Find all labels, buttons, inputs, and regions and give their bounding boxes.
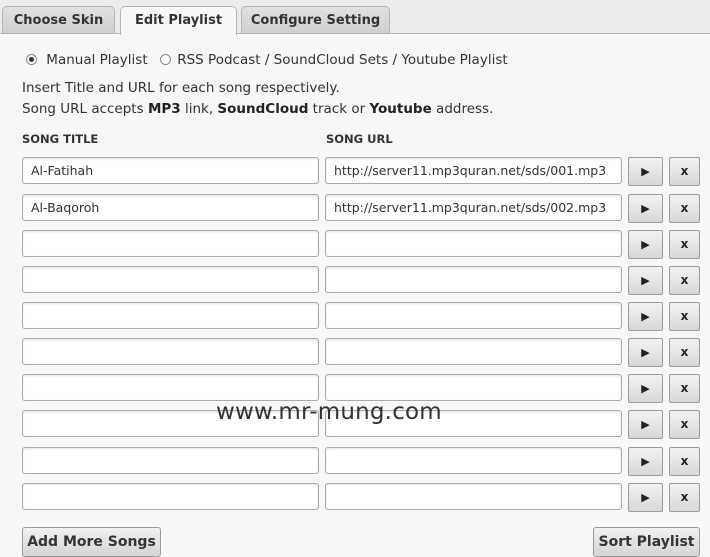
song-title-input[interactable]: Al-Baqoroh <box>22 194 319 221</box>
song-row: ▶ x <box>0 302 710 331</box>
tab-edit-playlist[interactable]: Edit Playlist <box>120 6 237 35</box>
song-url-input[interactable] <box>325 447 622 474</box>
rss-playlist-label[interactable]: RSS Podcast / SoundCloud Sets / Youtube … <box>177 52 507 68</box>
song-title-header: SONG TITLE <box>22 132 99 146</box>
song-title-input[interactable] <box>22 483 319 510</box>
delete-song-button[interactable]: x <box>669 157 700 186</box>
manual-playlist-radio[interactable] <box>26 54 37 65</box>
play-song-button[interactable]: ▶ <box>628 230 663 259</box>
song-row: Al-Fatihah http://server11.mp3quran.net/s… <box>0 157 710 186</box>
song-url-input[interactable] <box>325 374 622 401</box>
delete-song-button[interactable]: x <box>669 483 700 512</box>
help-text-youtube: Youtube <box>369 101 432 117</box>
tab-choose-skin[interactable]: Choose Skin <box>2 6 115 33</box>
song-row: Al-Baqoroh http://server11.mp3quran.net/s… <box>0 194 710 223</box>
song-title-input[interactable] <box>22 230 319 257</box>
song-title-input[interactable] <box>22 338 319 365</box>
play-song-button[interactable]: ▶ <box>628 302 663 331</box>
delete-song-button[interactable]: x <box>669 302 700 331</box>
song-url-input[interactable]: http://server11.mp3quran.net/sds/001.mp3 <box>325 157 622 184</box>
add-more-songs-button[interactable]: Add More Songs <box>22 527 161 557</box>
song-title-input[interactable] <box>22 447 319 474</box>
song-row: ▶ x <box>0 483 710 512</box>
play-song-button[interactable]: ▶ <box>628 266 663 295</box>
song-url-input[interactable] <box>325 338 622 365</box>
play-song-button[interactable]: ▶ <box>628 410 663 439</box>
play-song-button[interactable]: ▶ <box>628 447 663 476</box>
help-text-line-1: Insert Title and URL for each song respe… <box>22 80 340 96</box>
play-song-button[interactable]: ▶ <box>628 194 663 223</box>
playlist-type-options: Manual Playlist RSS Podcast / SoundCloud… <box>26 52 508 70</box>
help-text-mp3: MP3 <box>147 101 181 117</box>
song-url-input[interactable] <box>325 483 622 510</box>
tab-configure-setting[interactable]: Configure Setting <box>241 6 390 33</box>
help-text-part: address. <box>431 101 494 117</box>
song-url-input[interactable] <box>325 266 622 293</box>
play-song-button[interactable]: ▶ <box>628 374 663 403</box>
delete-song-button[interactable]: x <box>669 338 700 367</box>
song-title-input[interactable] <box>22 374 319 401</box>
play-song-button[interactable]: ▶ <box>628 338 663 367</box>
song-title-input[interactable]: Al-Fatihah <box>22 157 319 184</box>
help-text-part: link, <box>180 101 218 117</box>
song-row: ▶ x <box>0 266 710 295</box>
sort-playlist-button[interactable]: Sort Playlist <box>593 527 700 557</box>
delete-song-button[interactable]: x <box>669 447 700 476</box>
delete-song-button[interactable]: x <box>669 230 700 259</box>
delete-song-button[interactable]: x <box>669 194 700 223</box>
song-row: ▶ x <box>0 338 710 367</box>
watermark-text: www.mr-mung.com <box>216 399 442 425</box>
delete-song-button[interactable]: x <box>669 266 700 295</box>
song-url-header: SONG URL <box>326 132 393 146</box>
delete-song-button[interactable]: x <box>669 374 700 403</box>
delete-song-button[interactable]: x <box>669 410 700 439</box>
help-text-part: Song URL accepts <box>22 101 148 117</box>
song-url-input[interactable]: http://server11.mp3quran.net/sds/002.mp3 <box>325 194 622 221</box>
song-row: ▶ x <box>0 374 710 403</box>
tab-bar: Choose Skin Edit Playlist Configure Sett… <box>0 0 710 35</box>
rss-playlist-radio[interactable] <box>159 54 171 65</box>
help-text-soundcloud: SoundCloud <box>217 101 309 117</box>
manual-playlist-label[interactable]: Manual Playlist <box>46 52 147 68</box>
song-row: ▶ x <box>0 447 710 476</box>
song-url-input[interactable] <box>325 230 622 257</box>
song-row: ▶ x <box>0 230 710 259</box>
song-title-input[interactable] <box>22 266 319 293</box>
play-song-button[interactable]: ▶ <box>628 157 663 186</box>
song-title-input[interactable] <box>22 302 319 329</box>
help-text-part: track or <box>308 101 370 117</box>
play-song-button[interactable]: ▶ <box>628 483 663 512</box>
help-text-line-2: Song URL accepts MP3 link, SoundCloud tr… <box>22 101 493 117</box>
song-url-input[interactable] <box>325 302 622 329</box>
